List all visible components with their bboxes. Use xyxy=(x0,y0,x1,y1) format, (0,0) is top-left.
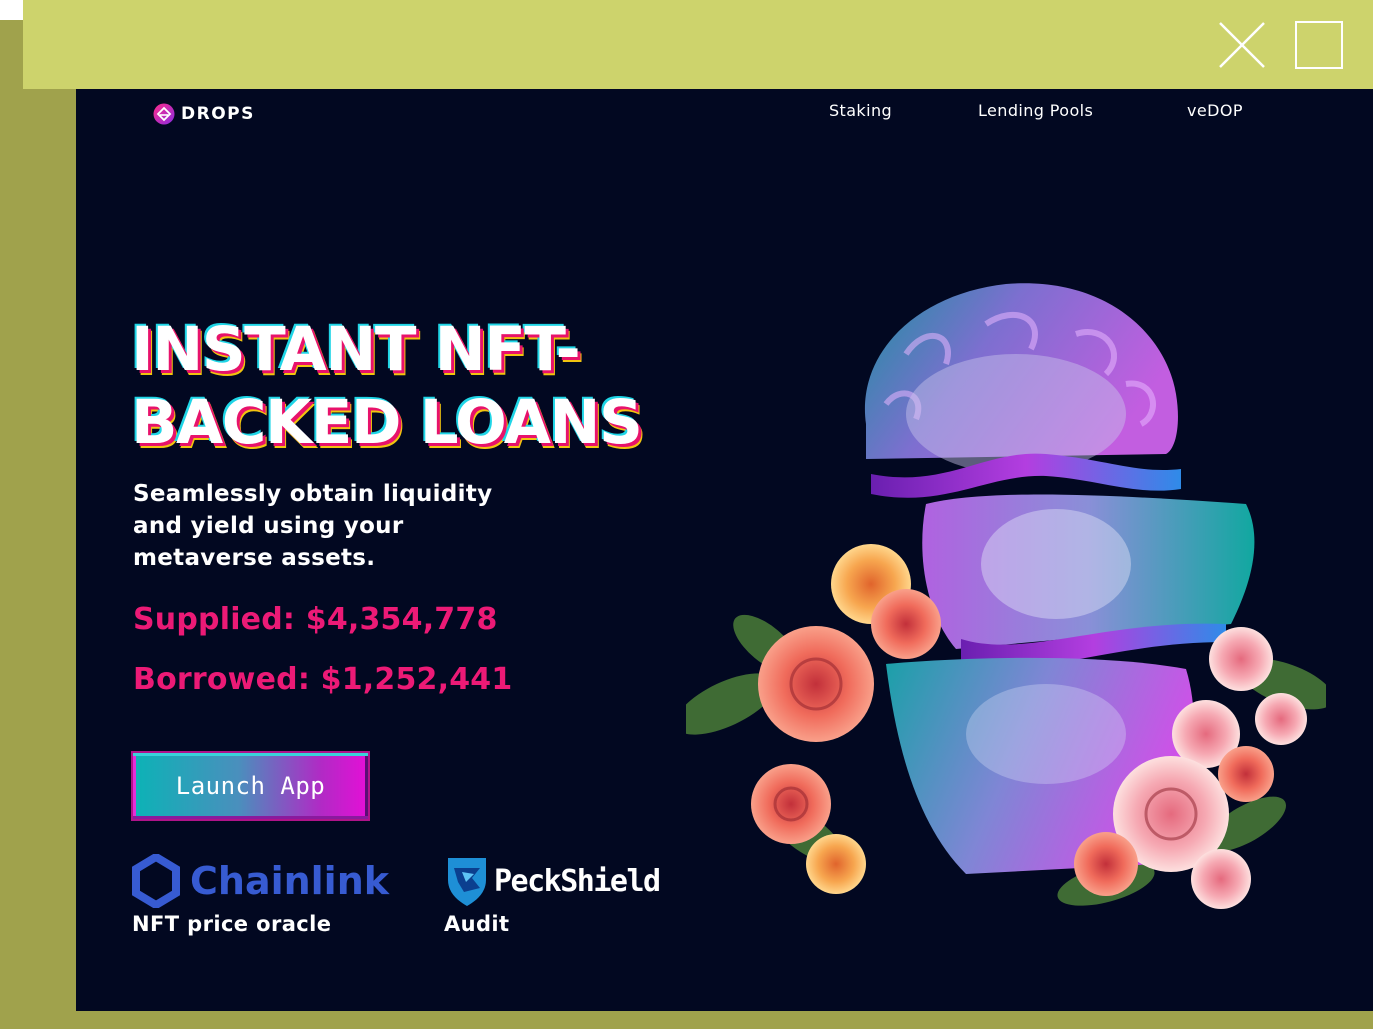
chainlink-logo: Chainlink xyxy=(132,854,389,908)
peckshield-shield-icon xyxy=(448,858,486,906)
hero-subtitle: Seamlessly obtain liquidity and yield us… xyxy=(133,481,493,571)
website-page: DROPS Staking Lending Pools veDOP INSTAN… xyxy=(76,89,1373,1011)
chainlink-name: Chainlink xyxy=(190,859,390,903)
main-nav: Staking Lending Pools veDOP xyxy=(76,101,1373,121)
launch-app-button[interactable]: Launch App xyxy=(131,751,370,821)
chainlink-caption: NFT price oracle xyxy=(132,912,332,936)
launch-app-label: Launch App xyxy=(175,772,326,800)
close-icon[interactable] xyxy=(1217,20,1267,70)
hero-title-line1: INSTANT NFT- xyxy=(131,314,581,385)
peckshield-logo: PeckShield xyxy=(444,854,661,908)
peckshield-name: PeckShield xyxy=(494,863,661,899)
statue-with-roses-illustration xyxy=(686,283,1326,909)
partner-chainlink[interactable]: Chainlink NFT price oracle xyxy=(132,854,389,936)
partner-peckshield[interactable]: PeckShield Audit xyxy=(444,854,661,936)
borrowed-stat: Borrowed: $1,252,441 xyxy=(133,662,513,697)
nav-item-vedop[interactable]: veDOP xyxy=(1187,101,1243,120)
supplied-stat: Supplied: $4,354,778 xyxy=(133,602,498,637)
frame-corner xyxy=(0,0,23,20)
peckshield-caption: Audit xyxy=(444,912,510,936)
nav-item-lending-pools[interactable]: Lending Pools xyxy=(978,101,1093,120)
hero-title: INSTANT NFT- BACKED LOANS xyxy=(131,313,691,459)
window-titlebar xyxy=(23,0,1373,89)
hero-title-line2: BACKED LOANS xyxy=(131,387,643,458)
chainlink-hexagon-icon xyxy=(132,854,180,908)
maximize-icon[interactable] xyxy=(1295,21,1343,69)
nav-item-staking[interactable]: Staking xyxy=(829,101,892,120)
